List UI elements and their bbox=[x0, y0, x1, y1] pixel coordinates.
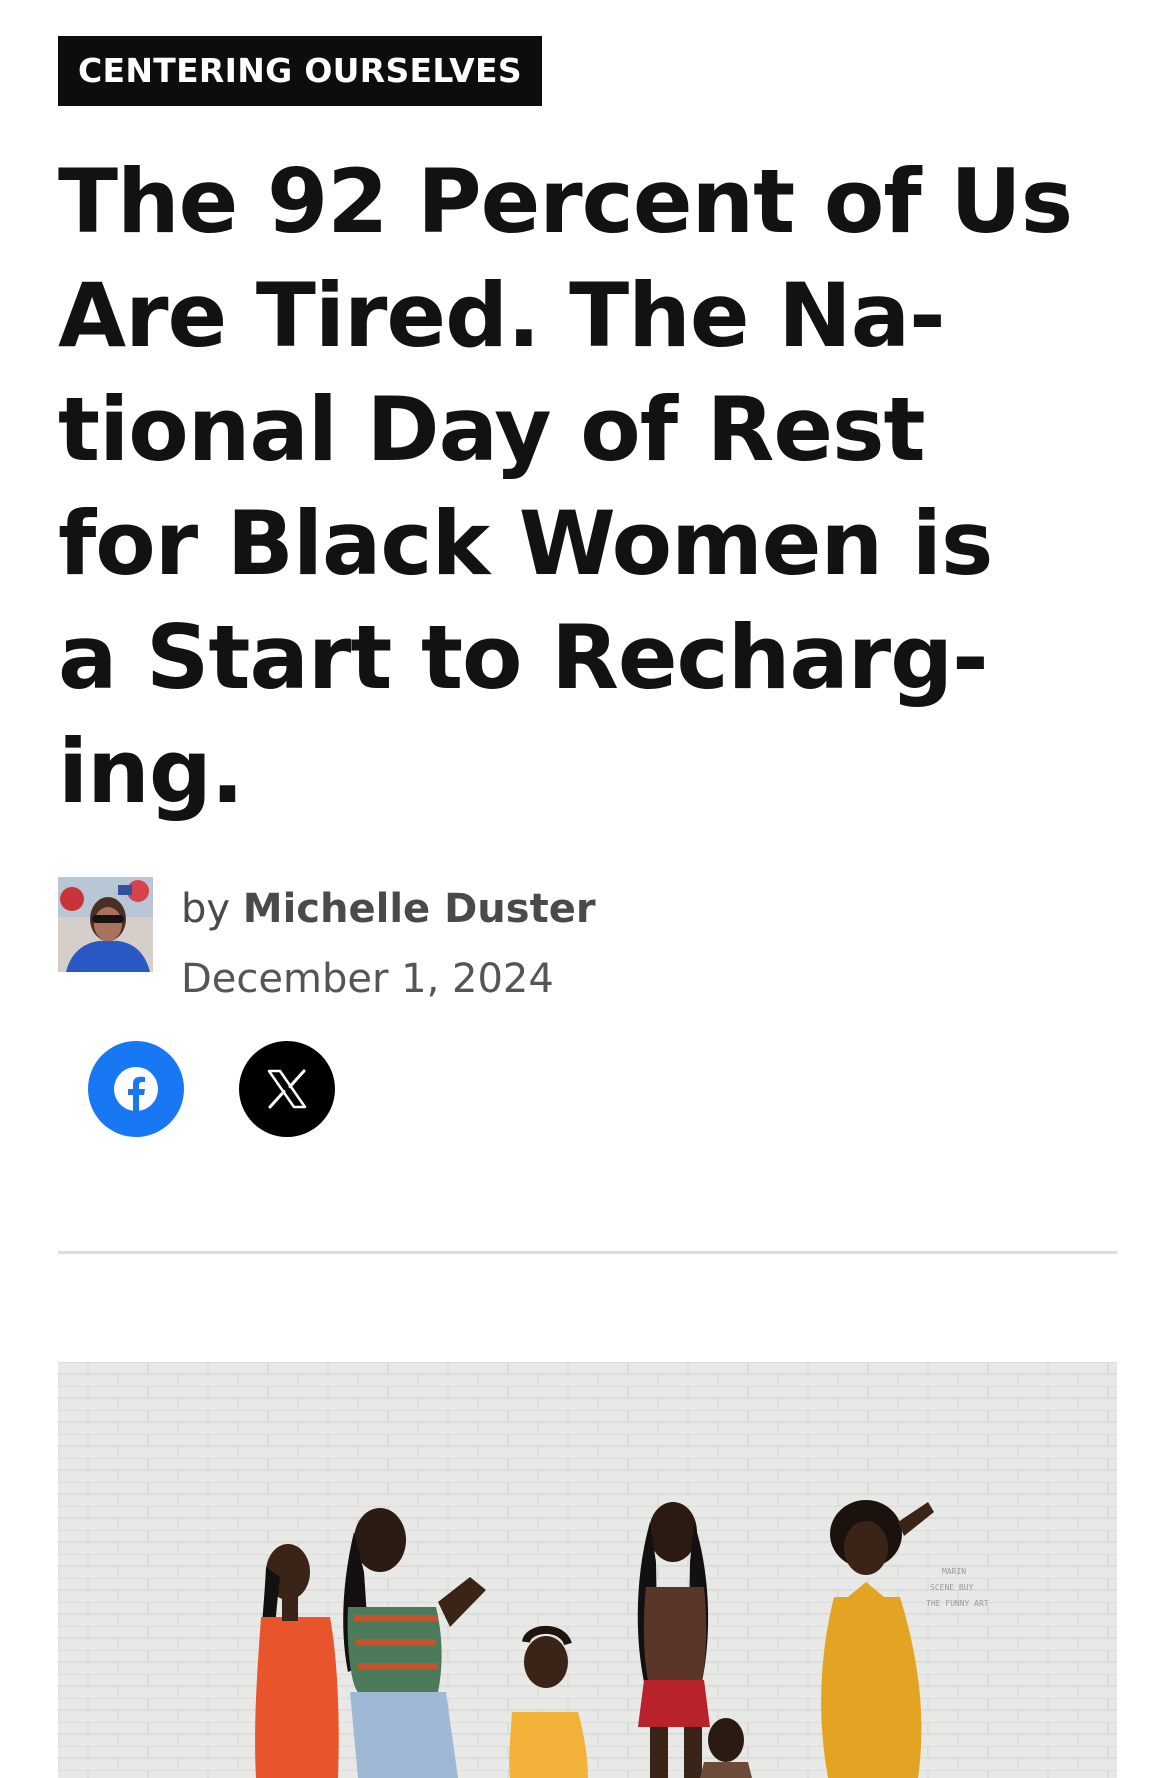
x-share-button[interactable] bbox=[239, 1041, 335, 1137]
x-icon bbox=[267, 1069, 307, 1109]
byline-prefix: by bbox=[181, 886, 231, 932]
wall-note-line: MARIN bbox=[942, 1567, 966, 1576]
category-tag[interactable]: CENTERING OURSELVES bbox=[58, 36, 542, 106]
wall-note-line: SCENE BUY bbox=[930, 1583, 974, 1592]
hero-image: MARIN SCENE BUY THE FUNNY ART bbox=[58, 1362, 1117, 1778]
header-divider bbox=[58, 1251, 1117, 1254]
author-name-link[interactable]: Michelle Duster bbox=[243, 886, 596, 932]
headline-line: The 92 Percent of Us bbox=[58, 150, 1073, 253]
headline-line: Are Tired. The Na- bbox=[58, 264, 946, 367]
author-photo bbox=[58, 877, 153, 972]
hero-photo-group-of-women: MARIN SCENE BUY THE FUNNY ART bbox=[58, 1362, 1117, 1778]
headline-line: tional Day of Rest bbox=[58, 378, 926, 481]
wall-note-line: THE FUNNY ART bbox=[926, 1599, 989, 1608]
facebook-share-button[interactable] bbox=[88, 1041, 184, 1137]
headline-line: for Black Women is bbox=[58, 492, 993, 595]
article-headline: The 92 Percent of Us Are Tired. The Na- … bbox=[58, 145, 1138, 829]
publish-date: December 1, 2024 bbox=[181, 956, 554, 1002]
headline-line: ing. bbox=[58, 720, 244, 823]
facebook-icon bbox=[114, 1067, 158, 1111]
byline: by Michelle Duster bbox=[181, 883, 596, 935]
headline-line: a Start to Recharg- bbox=[58, 606, 989, 709]
author-avatar[interactable] bbox=[58, 877, 153, 972]
